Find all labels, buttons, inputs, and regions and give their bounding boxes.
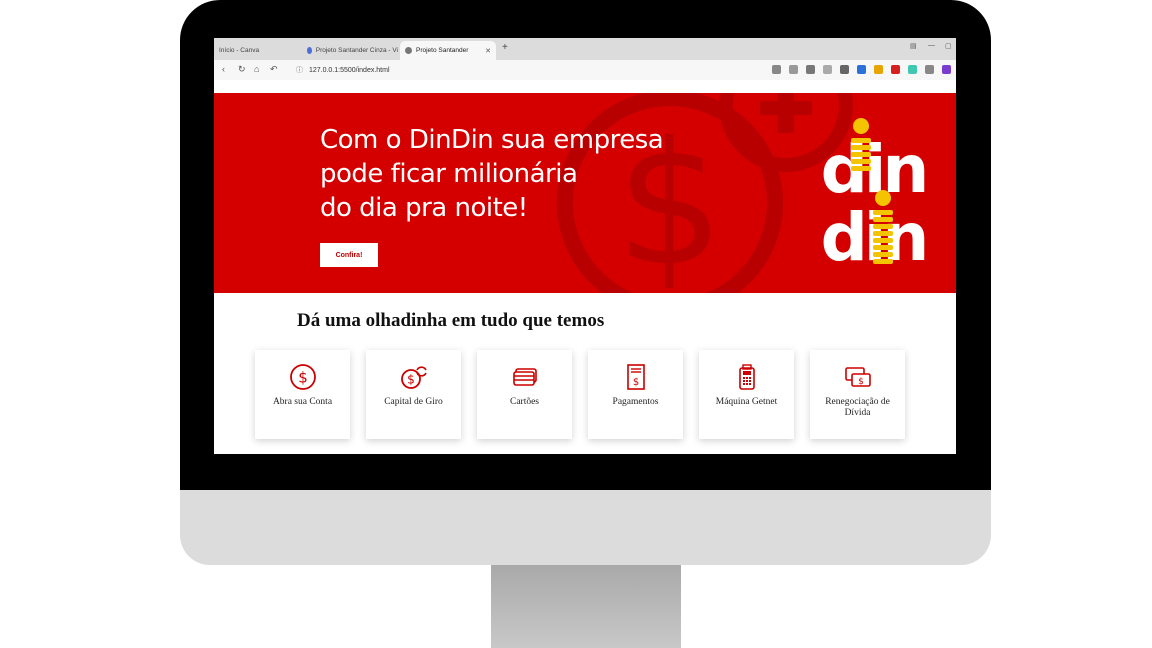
- browser-window: Início - Canva Projeto Santander Cinza -…: [214, 38, 956, 454]
- svg-text:$: $: [298, 369, 308, 387]
- money-exchange-icon: $: [844, 367, 871, 387]
- home-icon[interactable]: ⌂: [254, 64, 259, 74]
- tab-projeto-santander[interactable]: Projeto Santander ✕: [400, 41, 496, 60]
- section-title: Dá uma olhadinha em tudo que temos: [297, 310, 605, 331]
- info-icon: ⓘ: [296, 67, 303, 74]
- close-tab-icon[interactable]: ✕: [485, 47, 491, 55]
- tab-actions-icon[interactable]: ▤: [910, 42, 917, 50]
- hero-headline: Com o DinDin sua empresa pode ficar mili…: [320, 125, 664, 223]
- monitor-stand: [491, 565, 681, 648]
- web-page: $ Com o DinDin sua empresa pode ficar mi…: [214, 80, 956, 454]
- services-list: $ Abra sua Conta $ Capital de Giro Cartõ…: [255, 350, 915, 440]
- video-icon: [307, 47, 312, 54]
- cards-icon: [512, 368, 537, 386]
- favorite-icon[interactable]: [789, 65, 798, 74]
- read-aloud-icon[interactable]: [772, 65, 781, 74]
- tab-projeto-cinza[interactable]: Projeto Santander Cinza - Vi: [302, 41, 398, 60]
- extension-green-icon[interactable]: [908, 65, 917, 74]
- back-icon[interactable]: ‹: [222, 64, 225, 74]
- extension-yellow-icon[interactable]: [874, 65, 883, 74]
- maximize-icon[interactable]: ▢: [945, 42, 952, 50]
- card-machine-icon: [738, 364, 755, 390]
- reload-icon[interactable]: ↻: [238, 64, 246, 75]
- download-icon[interactable]: [823, 65, 832, 74]
- extensions-icon[interactable]: [925, 65, 934, 74]
- extension-purple-icon[interactable]: [942, 65, 951, 74]
- globe-icon: [405, 47, 412, 54]
- undo-icon[interactable]: ↶: [270, 64, 278, 75]
- minimize-icon[interactable]: —: [928, 42, 935, 49]
- dollar-circle-icon: $: [289, 364, 316, 390]
- card-pagamentos[interactable]: $ Pagamentos: [588, 350, 683, 439]
- card-abra-sua-conta[interactable]: $ Abra sua Conta: [255, 350, 350, 439]
- card-capital-de-giro[interactable]: $ Capital de Giro: [366, 350, 461, 439]
- tab-bar: Início - Canva Projeto Santander Cinza -…: [214, 38, 956, 60]
- tab-canva[interactable]: Início - Canva: [214, 41, 300, 60]
- svg-text:$: $: [632, 377, 638, 388]
- svg-text:$: $: [858, 377, 864, 387]
- url-field[interactable]: ⓘ 127.0.0.1:5500/index.html: [296, 65, 390, 75]
- extension-blue-icon[interactable]: [857, 65, 866, 74]
- dindin-logo: din din: [821, 118, 929, 273]
- screenshot-icon[interactable]: [806, 65, 815, 74]
- performance-icon[interactable]: [840, 65, 849, 74]
- card-renegociacao-de-divida[interactable]: $ Renegociação de Dívida: [810, 350, 905, 439]
- new-tab-button[interactable]: +: [502, 42, 508, 53]
- extension-shield-icon[interactable]: [891, 65, 900, 74]
- confira-button[interactable]: Confira!: [320, 243, 378, 267]
- svg-text:$: $: [407, 373, 415, 387]
- hero-banner: $ Com o DinDin sua empresa pode ficar mi…: [214, 93, 956, 293]
- receipt-icon: $: [626, 364, 645, 390]
- svg-text:din: din: [821, 131, 926, 208]
- address-bar: ‹ ↻ ⌂ ↶ ⓘ 127.0.0.1:5500/index.html: [214, 60, 956, 81]
- card-maquina-getnet[interactable]: Máquina Getnet: [699, 350, 794, 439]
- card-cartoes[interactable]: Cartões: [477, 350, 572, 439]
- monitor-chin: [180, 490, 991, 565]
- dollar-refresh-icon: $: [400, 366, 427, 389]
